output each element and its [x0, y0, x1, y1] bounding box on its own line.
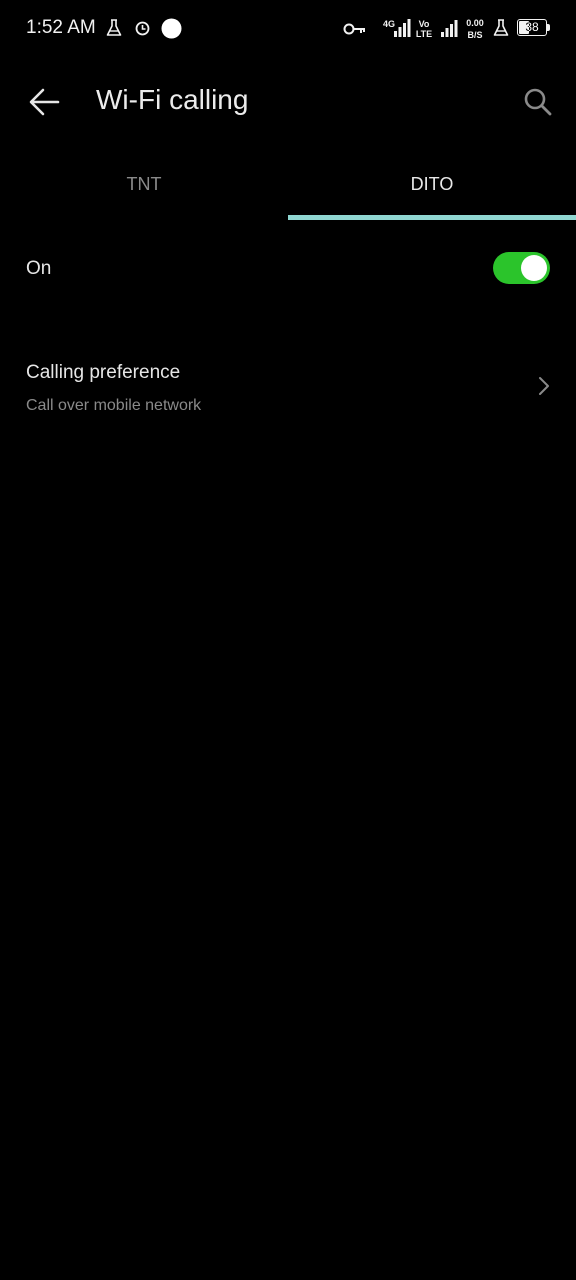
- alarm-icon: [134, 20, 151, 42]
- calling-preference-row[interactable]: Calling preference Call over mobile netw…: [0, 342, 576, 434]
- signal-icon: [440, 20, 458, 42]
- app-bar: Wi-Fi calling: [0, 58, 576, 148]
- selected-tab-indicator: [288, 215, 576, 220]
- tab-dito[interactable]: DITO: [288, 150, 576, 218]
- status-time: 1:52 AM: [26, 17, 96, 38]
- search-button[interactable]: [516, 80, 560, 124]
- search-icon: [524, 88, 552, 116]
- battery-level-text: 38: [525, 20, 539, 34]
- lab-flask-icon: [493, 19, 509, 42]
- volte-label-bottom: LTE: [415, 29, 433, 39]
- toggle-label: On: [26, 258, 52, 279]
- signal-icon: [393, 19, 411, 42]
- lab-flask-icon: [106, 19, 122, 42]
- back-button[interactable]: [22, 80, 66, 124]
- arrow-back-icon: [29, 88, 60, 116]
- wifi-calling-switch[interactable]: [493, 252, 550, 284]
- vpn-key-icon: [343, 22, 367, 41]
- battery-cap: [547, 24, 550, 31]
- dot-icon: [161, 18, 182, 44]
- net-speed-unit: B/S: [467, 30, 483, 40]
- wifi-calling-toggle-row[interactable]: On: [0, 226, 576, 312]
- volte-label-top: Vo: [418, 19, 430, 29]
- switch-knob: [521, 255, 547, 281]
- tab-tnt[interactable]: TNT: [0, 150, 288, 218]
- sim-tabs: TNT DITO: [0, 150, 576, 222]
- calling-preference-value: Call over mobile network: [26, 397, 202, 414]
- net-speed-value: 0.00: [466, 18, 484, 28]
- chevron-right-icon: [539, 377, 549, 395]
- calling-preference-title: Calling preference: [26, 362, 181, 383]
- status-bar: 1:52 AM 4G Vo LTE 0.00 B/S 38: [0, 0, 576, 58]
- page-title: Wi-Fi calling: [96, 84, 249, 115]
- battery-icon: 38: [517, 19, 547, 36]
